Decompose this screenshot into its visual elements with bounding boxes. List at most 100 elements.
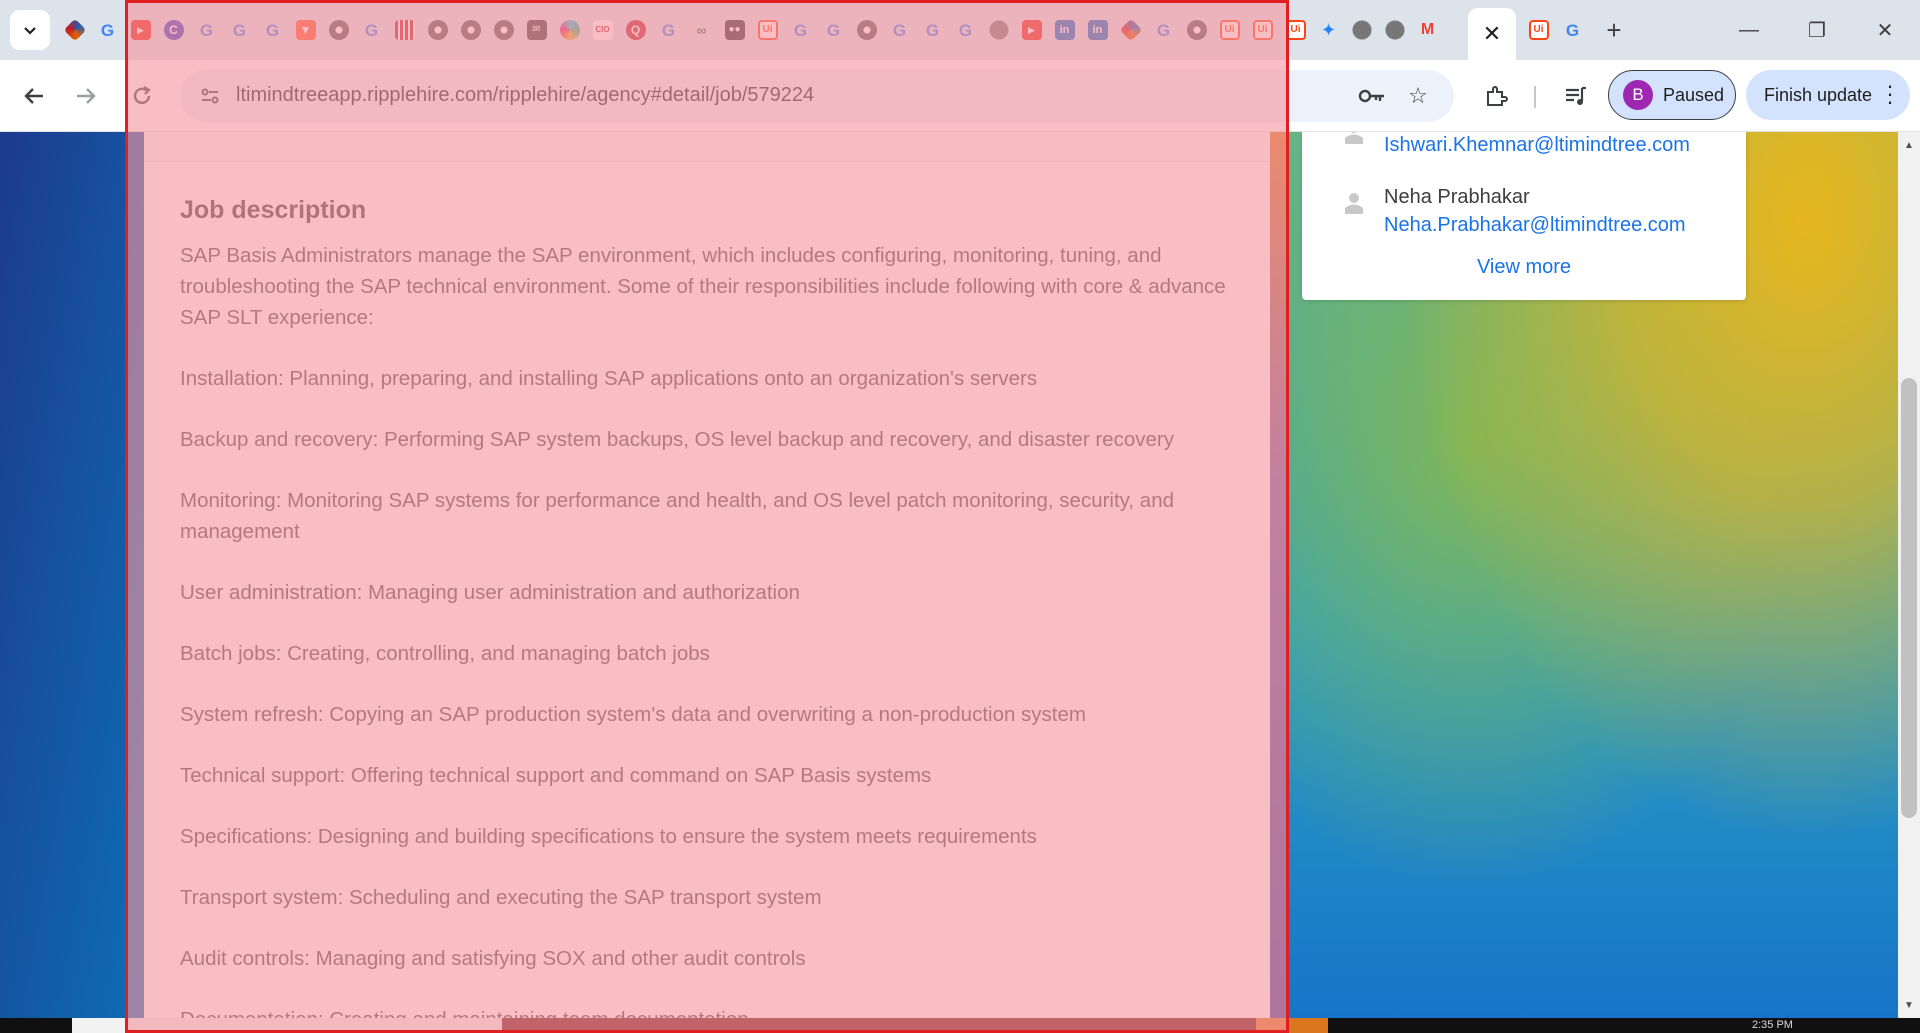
tab[interactable] <box>322 14 355 46</box>
view-more-link[interactable]: View more <box>1302 256 1746 279</box>
job-description-paragraph: Installation: Planning, preparing, and i… <box>180 367 1038 390</box>
tab[interactable]: ▶ <box>124 14 157 46</box>
contact-email-link[interactable]: Neha.Prabhakar@ltimindtree.com <box>1384 214 1686 237</box>
address-bar[interactable]: ltimindtree​app.ripplehire.com/ripplehir… <box>180 70 1454 122</box>
forward-button[interactable] <box>66 76 106 116</box>
tab[interactable] <box>850 14 883 46</box>
tab[interactable]: C <box>157 14 190 46</box>
tab[interactable]: Ui <box>751 14 784 46</box>
back-button[interactable] <box>14 76 54 116</box>
taskbar-window[interactable] <box>502 1018 1256 1033</box>
active-tab[interactable]: ✕ <box>1468 8 1516 60</box>
tab[interactable] <box>421 14 454 46</box>
google-icon: G <box>793 20 808 40</box>
taskbar-window[interactable] <box>1256 1018 1328 1033</box>
tab[interactable] <box>487 14 520 46</box>
tab[interactable] <box>553 14 586 46</box>
tab[interactable]: ✉ <box>520 14 553 46</box>
tab[interactable] <box>1378 14 1411 46</box>
job-description-paragraph: Backup and recovery: Performing SAP syst… <box>180 428 1174 451</box>
google-icon: G <box>1565 20 1580 40</box>
uipath-icon: Ui <box>1252 20 1273 40</box>
profile-button[interactable]: B Paused <box>1608 70 1736 120</box>
arrow-right-icon <box>77 88 96 104</box>
chrome-icon <box>328 20 349 40</box>
reload-icon <box>133 86 151 105</box>
key-icon[interactable] <box>1356 80 1388 112</box>
tab[interactable]: CIO <box>586 14 619 46</box>
scroll-thumb[interactable] <box>1901 378 1917 818</box>
google-icon: G <box>232 20 247 40</box>
tab[interactable]: G <box>949 14 982 46</box>
youtube-icon: ▶ <box>1021 20 1042 40</box>
tab[interactable]: in <box>1048 14 1081 46</box>
new-tab-button[interactable]: + <box>1596 14 1632 46</box>
page-content: Job description SAP Basis Administrators… <box>0 132 1920 1018</box>
tab[interactable]: G <box>1556 14 1589 46</box>
youtube-icon: ▶ <box>130 20 151 40</box>
tab[interactable]: G <box>817 14 850 46</box>
reload-button[interactable] <box>122 76 162 116</box>
contact-email-link[interactable]: Ishwari.Khemnar@ltimindtree.com <box>1384 134 1690 157</box>
tab[interactable]: Ui <box>1279 14 1312 46</box>
page-scrollbar[interactable]: ▲ ▼ <box>1898 132 1920 1018</box>
tab[interactable]: G <box>916 14 949 46</box>
tab[interactable] <box>388 14 421 46</box>
tab[interactable]: M <box>1411 14 1444 46</box>
tab[interactable]: G <box>223 14 256 46</box>
url-text[interactable]: ltimindtree​app.ripplehire.com/ripplehir… <box>236 84 814 107</box>
minimize-button[interactable]: — <box>1722 10 1776 50</box>
google-icon: G <box>892 20 907 40</box>
tab[interactable]: ●● <box>718 14 751 46</box>
tab[interactable]: G <box>190 14 223 46</box>
finish-update-label: Finish update <box>1764 84 1873 105</box>
tab[interactable]: in <box>1081 14 1114 46</box>
tab[interactable]: G <box>1147 14 1180 46</box>
scroll-up-icon[interactable]: ▲ <box>1898 136 1920 154</box>
tab[interactable]: ▶ <box>1015 14 1048 46</box>
media-control-icon[interactable] <box>1556 76 1596 116</box>
chrome-icon <box>427 20 448 40</box>
tab[interactable]: G <box>256 14 289 46</box>
extensions-icon[interactable] <box>1476 76 1516 116</box>
tab[interactable] <box>1114 14 1147 46</box>
tab[interactable] <box>454 14 487 46</box>
taskbar-window[interactable] <box>72 1018 502 1033</box>
tab[interactable]: Q <box>619 14 652 46</box>
tab[interactable]: Ui <box>1522 14 1555 46</box>
job-description-paragraph: System refresh: Copying an SAP productio… <box>180 703 1086 726</box>
tab[interactable]: ∞ <box>685 14 718 46</box>
tab[interactable]: G <box>784 14 817 46</box>
tab[interactable] <box>982 14 1015 46</box>
tab-search-button[interactable] <box>10 10 50 50</box>
cio-icon: CIO <box>592 20 613 40</box>
restore-button[interactable]: ❐ <box>1790 10 1844 50</box>
job-description-paragraph: Technical support: Offering technical su… <box>180 764 932 787</box>
tab[interactable] <box>58 14 91 46</box>
tab[interactable]: Ui <box>1246 14 1279 46</box>
link-icon: ∞ <box>696 22 707 38</box>
linkedin-icon: in <box>1087 20 1108 40</box>
site-info-icon[interactable] <box>194 80 226 112</box>
mail-icon: ✉ <box>526 20 547 40</box>
tab[interactable]: G <box>883 14 916 46</box>
ltimindtree-icon <box>1119 18 1142 42</box>
tab[interactable]: G <box>91 14 124 46</box>
finish-update-button[interactable]: Finish update · · · <box>1746 70 1910 120</box>
tab[interactable] <box>1345 14 1378 46</box>
tab[interactable]: G <box>652 14 685 46</box>
tab[interactable]: ✦ <box>1312 14 1345 46</box>
chrome-icon <box>856 20 877 40</box>
brave-icon: ▼ <box>295 20 316 40</box>
tab[interactable]: ▼ <box>289 14 322 46</box>
linkedin-icon: in <box>1054 20 1075 40</box>
more-menu-icon[interactable]: · · · <box>1884 75 1896 113</box>
scroll-down-icon[interactable]: ▼ <box>1898 996 1920 1014</box>
window-close-button[interactable]: ✕ <box>1858 10 1912 50</box>
bookmark-star-icon[interactable]: ☆ <box>1402 80 1434 112</box>
tab[interactable] <box>1180 14 1213 46</box>
tab[interactable]: Ui <box>1213 14 1246 46</box>
google-icon: G <box>265 20 280 40</box>
tab[interactable]: G <box>355 14 388 46</box>
close-tab-icon[interactable]: ✕ <box>1483 21 1501 47</box>
